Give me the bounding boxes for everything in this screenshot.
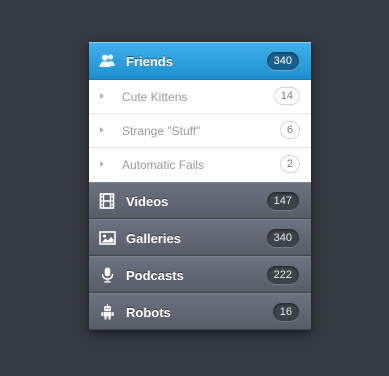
caret-right-icon <box>100 127 104 133</box>
users-icon <box>99 53 116 69</box>
submenu-item-automatic-fails[interactable]: Automatic Fails 2 <box>89 148 311 182</box>
submenu-item-label: Cute Kittens <box>122 90 188 104</box>
count-badge: 340 <box>266 229 299 247</box>
count-badge: 2 <box>279 155 300 173</box>
menu-item-label: Galleries <box>126 231 181 246</box>
menu-item-label: Videos <box>126 194 169 209</box>
film-icon <box>99 193 116 209</box>
menu-item-podcasts[interactable]: Podcasts 222 <box>89 256 311 293</box>
count-badge: 16 <box>272 303 299 321</box>
side-menu: Friends 340 Cute Kittens 14 Strange "Stu… <box>89 42 311 330</box>
menu-item-friends[interactable]: Friends 340 <box>89 42 311 80</box>
count-badge: 222 <box>266 266 299 284</box>
caret-right-icon <box>100 161 104 167</box>
menu-item-label: Friends <box>126 54 173 69</box>
count-badge: 147 <box>266 192 299 210</box>
caret-right-icon <box>100 93 104 99</box>
submenu-item-label: Automatic Fails <box>122 158 205 172</box>
menu-item-label: Podcasts <box>126 268 184 283</box>
menu-item-galleries[interactable]: Galleries 340 <box>89 219 311 256</box>
submenu-item-cute-kittens[interactable]: Cute Kittens 14 <box>89 80 311 114</box>
submenu-item-strange-stuff[interactable]: Strange "Stuff" 6 <box>89 114 311 148</box>
menu-item-label: Robots <box>126 305 171 320</box>
robot-icon <box>99 304 116 320</box>
count-badge: 6 <box>279 121 300 139</box>
menu-item-robots[interactable]: Robots 16 <box>89 293 311 330</box>
count-badge: 340 <box>266 52 299 70</box>
submenu-item-label: Strange "Stuff" <box>122 124 201 138</box>
count-badge: 14 <box>273 87 300 105</box>
microphone-icon <box>99 267 116 283</box>
menu-item-videos[interactable]: Videos 147 <box>89 182 311 219</box>
friends-submenu: Cute Kittens 14 Strange "Stuff" 6 Automa… <box>89 80 311 182</box>
image-icon <box>99 230 116 246</box>
